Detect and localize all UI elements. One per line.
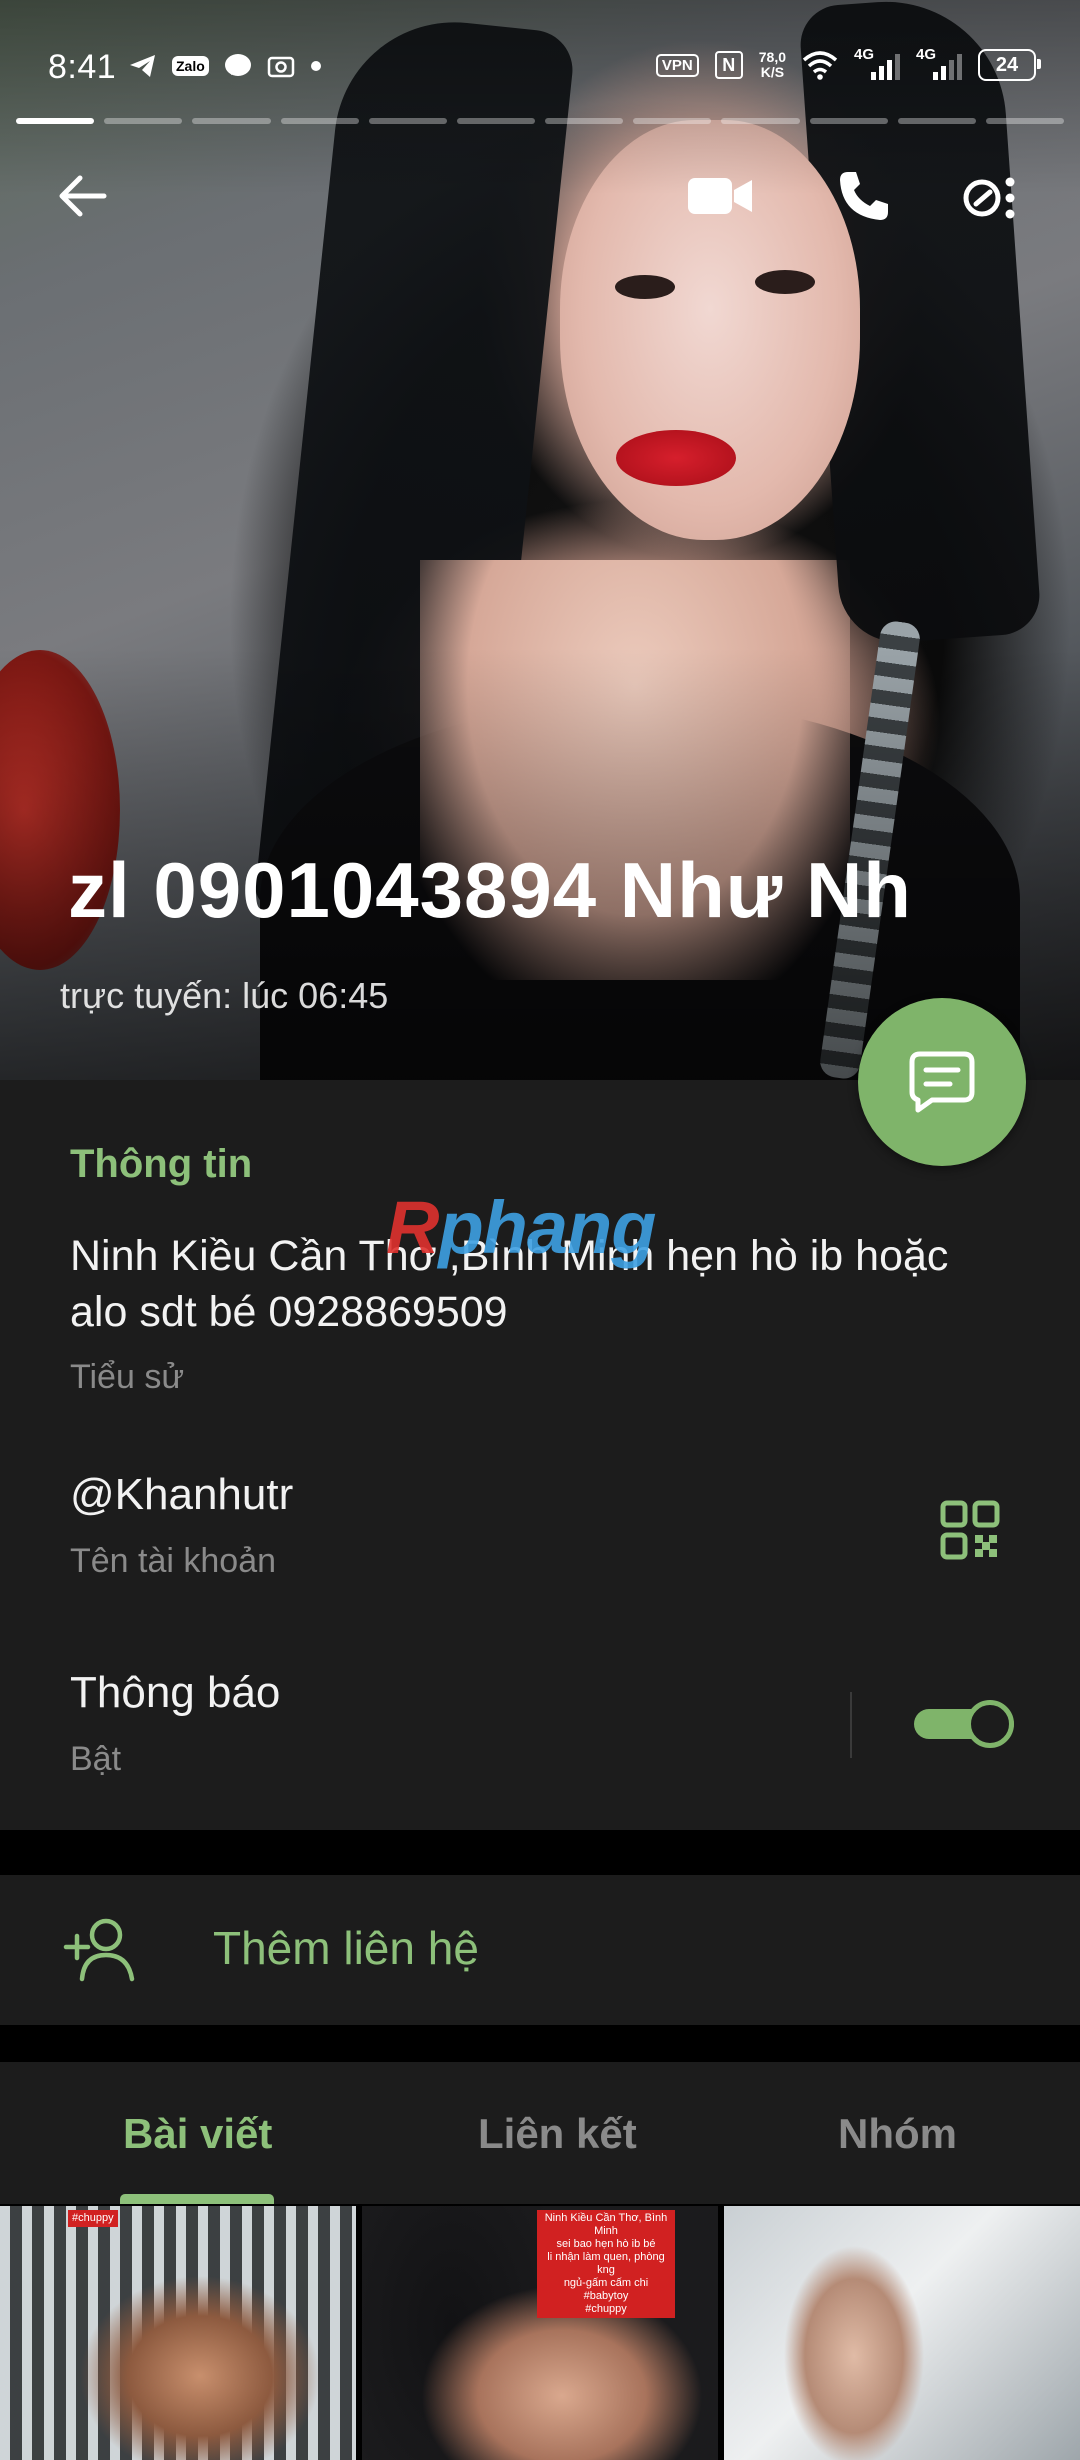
watermark-left: R bbox=[386, 1186, 439, 1269]
info-section-title: Thông tin bbox=[70, 1142, 253, 1186]
battery-icon: 24 bbox=[978, 49, 1041, 81]
add-person-icon bbox=[62, 1915, 138, 1983]
story-segment bbox=[368, 118, 447, 124]
tab-posts[interactable]: Bài viết bbox=[123, 2110, 272, 2158]
chat-icon bbox=[909, 1051, 975, 1113]
video-camera-icon bbox=[688, 178, 752, 214]
network-speed-unit: K/S bbox=[760, 64, 785, 80]
divider bbox=[850, 1692, 852, 1758]
caption-line: Ninh Kiều Cần Thơ, Bình Minh bbox=[544, 2212, 668, 2237]
profile-tabs: Bài viết Liên kết Nhóm bbox=[0, 2062, 1080, 2204]
signal-sim1-icon: 4G bbox=[854, 46, 900, 82]
post-thumbnail[interactable]: #chuppy bbox=[0, 2206, 356, 2460]
tab-indicator bbox=[120, 2194, 274, 2204]
wifi-icon bbox=[802, 49, 838, 81]
notifications-title[interactable]: Thông báo bbox=[70, 1668, 280, 1718]
screenshot-icon bbox=[267, 50, 295, 82]
status-time: 8:41 bbox=[48, 48, 117, 86]
post-overlay-text: #chuppy bbox=[68, 2210, 118, 2227]
post-thumbnail[interactable] bbox=[724, 2206, 1080, 2460]
back-arrow-icon bbox=[59, 175, 107, 217]
voice-call-button[interactable] bbox=[828, 160, 900, 232]
more-options-icon bbox=[963, 177, 1015, 219]
post-overlay-caption: Ninh Kiều Cần Thơ, Bình Minh sei bao hẹn… bbox=[537, 2210, 675, 2318]
status-bar: 8:41 Zalo VPN N 78,0 K/S 4G 4G 24 bbox=[0, 40, 1080, 96]
username-label: Tên tài khoản bbox=[70, 1542, 277, 1580]
story-segment bbox=[545, 118, 624, 124]
story-segment bbox=[809, 118, 888, 124]
story-segment bbox=[633, 118, 712, 124]
notifications-state: Bật bbox=[70, 1740, 122, 1778]
story-progress bbox=[16, 118, 1065, 124]
story-segment bbox=[280, 118, 359, 124]
caption-line: ngủ-gấm cấm chi bbox=[563, 2277, 649, 2289]
message-button[interactable] bbox=[858, 998, 1026, 1166]
story-segment bbox=[456, 118, 536, 124]
back-button[interactable] bbox=[46, 160, 118, 232]
status-right-icons: VPN N 78,0 K/S 4G 4G 24 bbox=[655, 46, 1041, 82]
story-segment bbox=[897, 118, 976, 124]
zalo-icon-label: Zalo bbox=[172, 56, 209, 76]
battery-level: 24 bbox=[995, 53, 1019, 76]
story-segment bbox=[985, 118, 1065, 124]
watermark-right: phang bbox=[438, 1186, 656, 1269]
post-thumbnail[interactable]: Ninh Kiều Cần Thơ, Bình Minh sei bao hẹn… bbox=[362, 2206, 718, 2460]
video-call-button[interactable] bbox=[684, 160, 756, 232]
story-segment bbox=[104, 118, 183, 124]
add-contact-row[interactable]: Thêm liên hệ bbox=[0, 1875, 1080, 2025]
story-segment bbox=[721, 118, 800, 124]
status-left-icons: Zalo bbox=[128, 50, 323, 82]
messenger-icon bbox=[223, 50, 253, 82]
vpn-icon: VPN bbox=[655, 53, 699, 77]
zalo-icon: Zalo bbox=[172, 50, 209, 82]
profile-name: zl 0901043894 Như Nh bbox=[68, 846, 912, 934]
caption-line: #babytoy bbox=[583, 2290, 629, 2302]
tab-groups[interactable]: Nhóm bbox=[838, 2110, 957, 2158]
signal-sim2-icon: 4G bbox=[916, 46, 962, 82]
dot-icon bbox=[309, 50, 323, 82]
watermark-logo: Rphang bbox=[386, 1185, 656, 1270]
qr-code-icon[interactable] bbox=[940, 1500, 1000, 1560]
more-options-button[interactable] bbox=[954, 160, 1026, 232]
bio-label: Tiểu sử bbox=[70, 1358, 185, 1396]
posts-grid: #chuppy Ninh Kiều Cần Thơ, Bình Minh sei… bbox=[0, 2206, 1080, 2460]
nfc-icon: N bbox=[714, 51, 743, 79]
toggle-thumb bbox=[966, 1700, 1014, 1748]
tab-links[interactable]: Liên kết bbox=[478, 2110, 637, 2158]
caption-line: li nhận làm quen, phòng kng bbox=[547, 2251, 665, 2276]
network-speed: 78,0 K/S bbox=[759, 50, 786, 80]
notifications-toggle[interactable] bbox=[914, 1700, 1018, 1748]
add-contact-label: Thêm liên hệ bbox=[213, 1922, 479, 1974]
phone-icon bbox=[840, 172, 888, 220]
online-status: trực tuyến: lúc 06:45 bbox=[60, 975, 389, 1016]
story-segment bbox=[192, 118, 271, 124]
story-segment bbox=[16, 118, 95, 124]
network-speed-value: 78,0 bbox=[758, 49, 786, 65]
username[interactable]: @Khanhutr bbox=[70, 1470, 293, 1520]
caption-line: sei bao hẹn hò ib bé bbox=[556, 2238, 656, 2250]
caption-line: #chuppy bbox=[585, 2303, 627, 2315]
telegram-icon bbox=[128, 50, 158, 82]
